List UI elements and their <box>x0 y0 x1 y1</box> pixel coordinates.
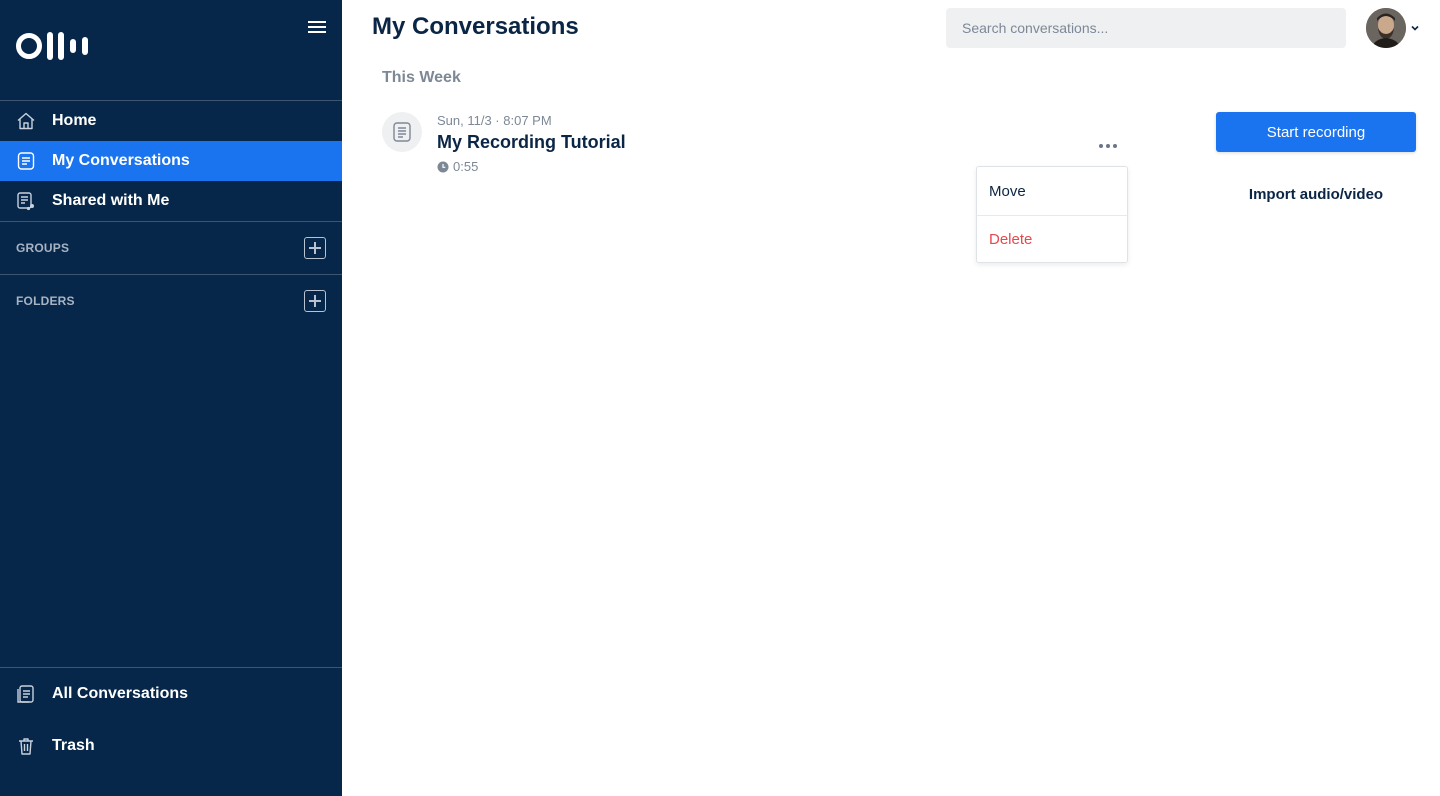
groups-section: GROUPS <box>0 222 342 274</box>
sidebar-divider <box>0 667 342 668</box>
menu-item-move[interactable]: Move <box>977 167 1127 215</box>
sidebar-item-label: Home <box>52 112 97 129</box>
add-folder-icon[interactable] <box>304 290 326 312</box>
page-title: My Conversations <box>372 13 579 40</box>
sidebar-item-label: Trash <box>52 737 95 754</box>
sidebar-item-home[interactable]: Home <box>0 101 342 141</box>
group-heading: This Week <box>382 69 461 86</box>
user-menu[interactable] <box>1366 8 1419 48</box>
menu-item-delete[interactable]: Delete <box>977 215 1127 263</box>
document-icon <box>16 151 36 171</box>
sidebar-item-label: My Conversations <box>52 152 190 169</box>
shared-document-icon <box>16 191 36 211</box>
stacked-documents-icon <box>16 684 36 704</box>
search-input[interactable] <box>946 8 1346 48</box>
sidebar-item-trash[interactable]: Trash <box>0 726 342 766</box>
home-icon <box>16 111 36 131</box>
groups-label: GROUPS <box>16 241 70 255</box>
conversation-title[interactable]: My Recording Tutorial <box>437 132 626 153</box>
folders-section: FOLDERS <box>0 275 342 327</box>
conversation-duration: 0:55 <box>437 159 478 174</box>
sidebar-item-my-conversations[interactable]: My Conversations <box>0 141 342 181</box>
duration-label: 0:55 <box>453 159 479 174</box>
conversation-context-menu: Move Delete <box>976 166 1128 263</box>
conversation-date: Sun, 11/3 · 8:07 PM <box>437 113 552 128</box>
add-group-icon[interactable] <box>304 237 326 259</box>
avatar[interactable] <box>1366 8 1406 48</box>
more-options-icon[interactable] <box>1094 136 1122 156</box>
menu-toggle-icon[interactable] <box>306 18 328 38</box>
clock-icon <box>437 161 449 172</box>
chevron-down-icon[interactable] <box>1411 24 1419 32</box>
folders-label: FOLDERS <box>16 294 75 308</box>
import-audio-video-button[interactable]: Import audio/video <box>1216 176 1416 212</box>
sidebar: Home My Conversations Shared with Me GRO… <box>0 0 342 796</box>
otter-logo[interactable] <box>16 31 90 61</box>
sidebar-item-all-conversations[interactable]: All Conversations <box>0 674 342 714</box>
sidebar-item-shared-with-me[interactable]: Shared with Me <box>0 181 342 221</box>
trash-icon <box>16 736 36 756</box>
start-recording-button[interactable]: Start recording <box>1216 112 1416 152</box>
conversation-icon <box>382 112 422 152</box>
sidebar-item-label: All Conversations <box>52 685 189 702</box>
sidebar-item-label: Shared with Me <box>52 192 170 209</box>
